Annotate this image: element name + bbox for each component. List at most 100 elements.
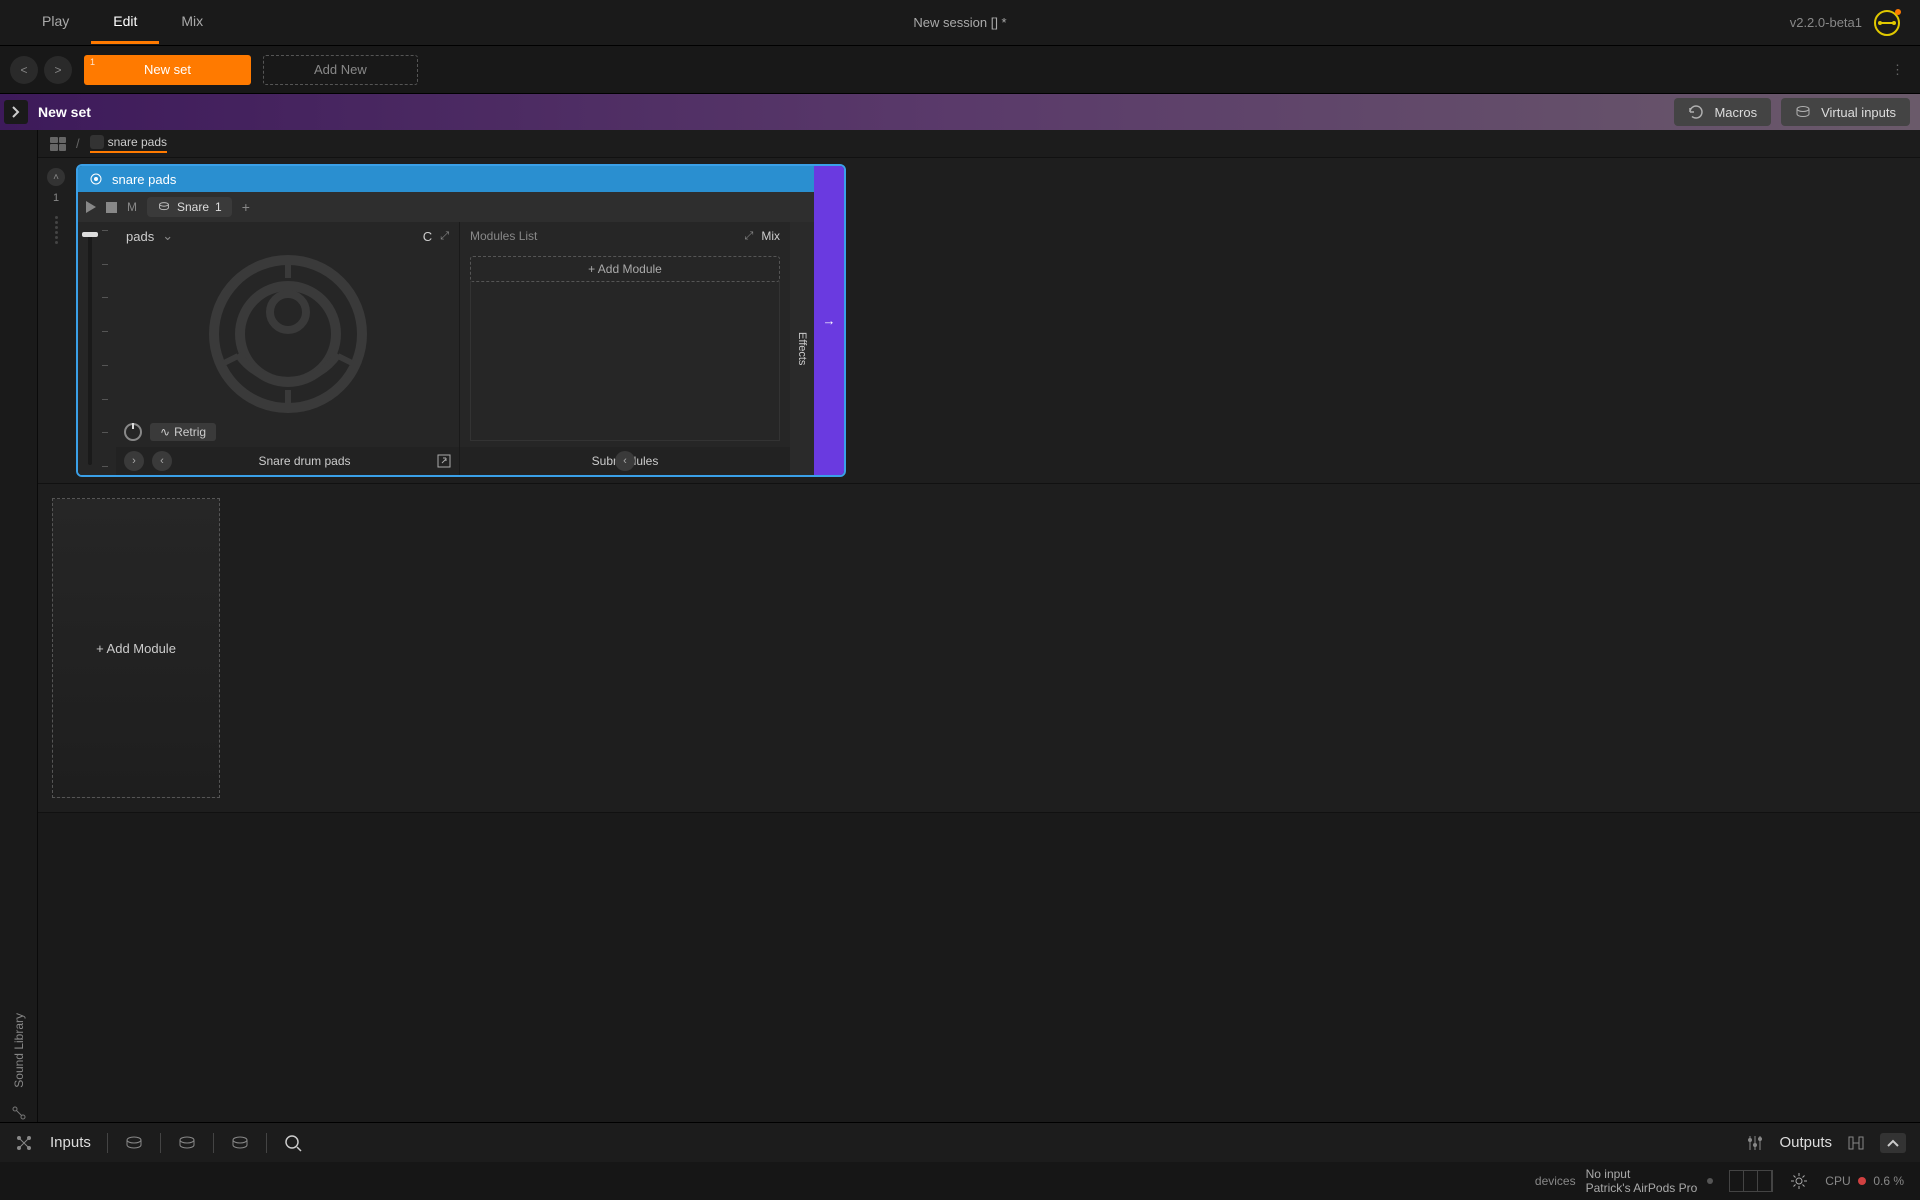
tab-mix[interactable]: Mix [159,1,225,44]
device-status-dot-icon [1707,1178,1713,1184]
status-bar: devices No input Patrick's AirPods Pro C… [0,1162,1920,1200]
drag-handle-icon[interactable] [55,216,58,244]
sidebar-expand-button[interactable] [4,100,28,124]
top-menu-bar: Play Edit Mix New session [] * v2.2.0-be… [0,0,1920,46]
macros-label: Macros [1714,105,1757,120]
add-module-slot[interactable]: + Add Module [52,498,220,798]
nav-forward-button[interactable]: > [44,56,72,84]
devices-block[interactable]: devices No input Patrick's AirPods Pro [1535,1167,1713,1196]
cpu-percent: 0.6 % [1873,1174,1904,1188]
set-header: New set Macros Virtual inputs [0,94,1920,130]
instrument-chip[interactable]: Snare 1 [147,197,232,217]
mute-button[interactable]: M [127,200,137,214]
prev-button[interactable]: › [124,451,144,471]
drum-input-icon-2[interactable] [177,1133,197,1153]
link-icon[interactable] [10,1104,28,1122]
fader-ticks [102,222,116,475]
instrument-label: Snare [177,200,209,214]
left-rail: Sound Library [0,130,38,1122]
sound-library-toggle[interactable]: Sound Library [12,1013,26,1088]
set-strip-more-icon[interactable]: ⋮ [1885,56,1910,84]
tab-play[interactable]: Play [20,1,91,44]
module-row-1: ˄ 1 snare pads [38,158,1920,484]
mode-tabs: Play Edit Mix [20,1,225,44]
knob[interactable] [124,423,142,441]
effects-tab[interactable]: Effects [790,222,814,475]
add-track-button[interactable]: + [242,199,250,215]
add-submodule-button[interactable]: + Add Module [470,256,780,282]
level-meter [1729,1170,1773,1192]
c-label: C [423,229,432,244]
output-routing-icon[interactable] [1846,1133,1866,1153]
tab-edit[interactable]: Edit [91,1,159,44]
pads-panel: pads ⌄ C ⤢ [116,222,460,475]
module-row-2: + Add Module [38,484,1920,813]
pads-bottom-bar: › ‹ Snare drum pads [116,447,459,475]
cpu-meter: CPU 0.6 % [1825,1174,1904,1188]
input-device-label: No input [1586,1167,1698,1181]
pads-dropdown[interactable]: pads [126,229,154,244]
row-number: 1 [53,192,59,204]
drum-icon [1795,104,1811,120]
expand-icon[interactable]: ⤢ [745,230,754,243]
workarea: ˄ 1 snare pads [38,158,1920,1122]
module-body: pads ⌄ C ⤢ [78,222,814,475]
grid-view-icon[interactable] [50,137,66,151]
drum-input-icon-3[interactable] [230,1133,250,1153]
drum-input-icon-1[interactable] [124,1133,144,1153]
set-title: New set [38,104,91,120]
io-bar: Inputs Outputs [0,1122,1920,1162]
sliders-icon[interactable] [1745,1133,1765,1153]
breadcrumb-item[interactable]: snare pads [90,135,167,153]
retrig-button[interactable]: ∿ Retrig [150,423,216,441]
set-tab-label: New set [144,62,191,77]
stop-button[interactable] [106,202,117,213]
module-title-bar[interactable]: snare pads [78,166,814,192]
cpu-status-dot-icon [1858,1177,1866,1185]
drum-icon [157,200,171,214]
routing-icon[interactable] [14,1133,34,1153]
set-tab-active[interactable]: 1 New set [84,55,251,85]
row-gutter: ˄ 1 [44,164,68,477]
collapse-row-icon[interactable]: ˄ [47,168,65,186]
content-column: / snare pads ˄ 1 [38,130,1920,1122]
expand-icon[interactable]: ⤢ [440,230,449,243]
module-output-arrow[interactable]: → [814,166,844,475]
module-icon [90,135,104,149]
effects-label: Effects [796,332,808,365]
outputs-label: Outputs [1779,1134,1832,1151]
retrig-label: Retrig [174,425,206,439]
set-strip: < > 1 New set Add New ⋮ [0,46,1920,94]
target-icon [88,171,104,187]
track-controls: M Snare 1 + [78,192,814,222]
mix-label: Mix [761,229,780,243]
macros-button[interactable]: Macros [1674,98,1771,126]
pad-visual[interactable] [116,250,459,417]
fader[interactable] [78,222,102,475]
fader-handle[interactable] [82,232,98,237]
nav-back-button[interactable]: < [10,56,38,84]
breadcrumb-bar: / snare pads [38,130,1920,158]
pads-footer-label: Snare drum pads [180,454,429,468]
play-button[interactable] [86,201,96,213]
settings-icon[interactable] [1789,1171,1809,1191]
output-device-label: Patrick's AirPods Pro [1586,1181,1698,1195]
main-area: Sound Library / snare pads ˄ 1 [0,130,1920,1122]
virtual-inputs-button[interactable]: Virtual inputs [1781,98,1910,126]
popout-icon[interactable] [437,454,451,468]
app-logo-icon[interactable] [1874,10,1900,36]
next-button[interactable]: ‹ [152,451,172,471]
chevron-down-icon[interactable]: ⌄ [162,228,173,244]
add-new-set-button[interactable]: Add New [263,55,418,85]
empty-space [38,813,1920,1122]
devices-label: devices [1535,1174,1576,1188]
drum-pad-icon [208,254,368,414]
expand-io-button[interactable] [1880,1133,1906,1153]
search-input-icon[interactable] [283,1133,303,1153]
pads-footer-controls: ∿ Retrig [116,417,459,447]
sub-prev-button[interactable]: ‹ [615,451,635,471]
refresh-icon [1688,104,1704,120]
submodules-bottom-bar: ‹ Submodules [460,447,790,475]
version-label: v2.2.0-beta1 [1790,15,1862,30]
module-card-snare-pads: snare pads M Snare 1 + [76,164,846,477]
